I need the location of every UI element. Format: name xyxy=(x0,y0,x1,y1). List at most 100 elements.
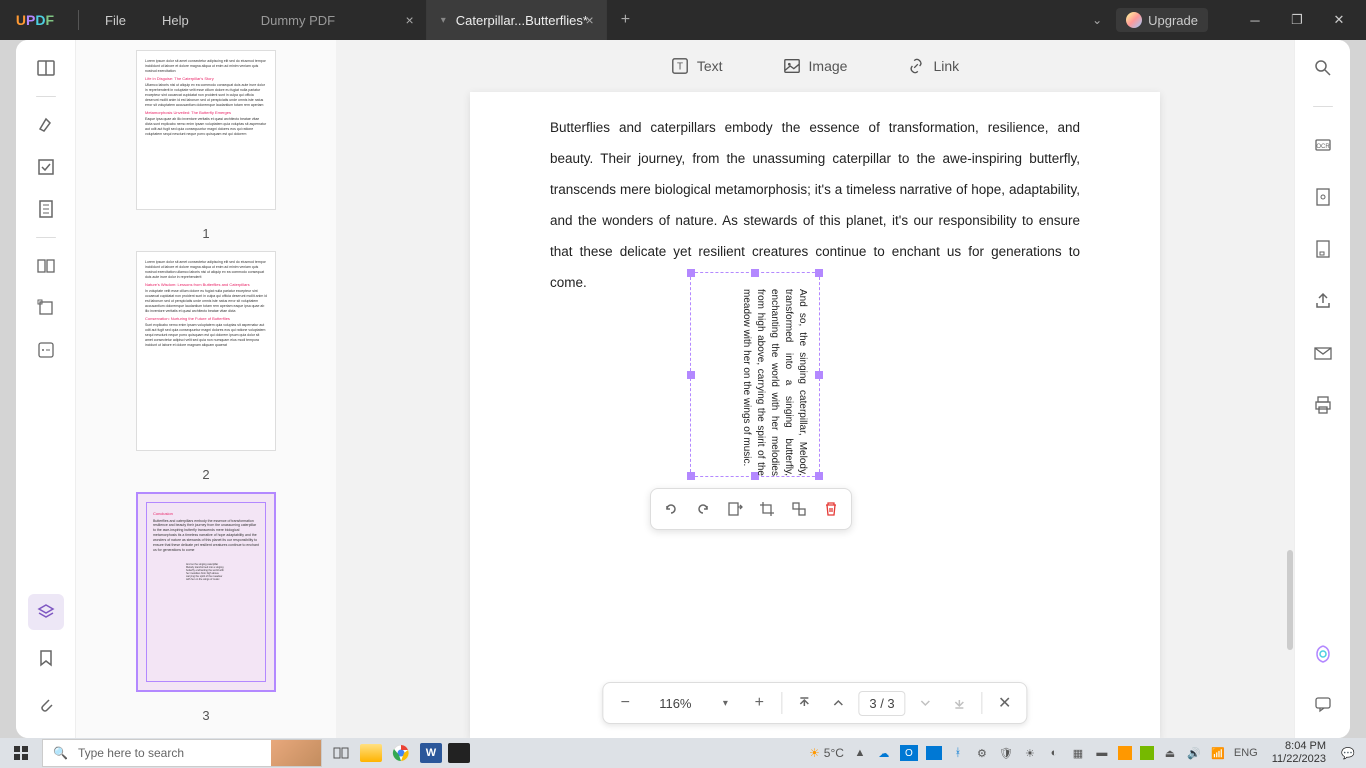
menu-file[interactable]: File xyxy=(87,13,144,28)
form-tool[interactable] xyxy=(28,332,64,368)
app-icon[interactable] xyxy=(448,743,470,763)
organize-tool[interactable] xyxy=(28,248,64,284)
task-view-icon[interactable] xyxy=(328,740,354,766)
protect-button[interactable] xyxy=(1305,179,1341,215)
close-icon[interactable]: × xyxy=(586,12,594,28)
start-button[interactable] xyxy=(0,745,42,761)
zoom-out-button[interactable]: − xyxy=(611,689,639,717)
thumbnail-page-3[interactable]: Conclusion Butterflies and caterpillars … xyxy=(136,492,276,692)
highlight-tool[interactable] xyxy=(28,107,64,143)
file-explorer-icon[interactable] xyxy=(360,744,382,762)
menu-help[interactable]: Help xyxy=(144,13,207,28)
email-button[interactable] xyxy=(1305,335,1341,371)
delete-button[interactable] xyxy=(817,495,845,523)
rotate-right-button[interactable] xyxy=(689,495,717,523)
taskbar-search[interactable]: 🔍 Type here to search xyxy=(42,739,322,767)
close-zoom-button[interactable]: ✕ xyxy=(991,689,1019,717)
replace-button[interactable] xyxy=(785,495,813,523)
tray-icon[interactable]: ⏏ xyxy=(1162,745,1178,761)
print-button[interactable] xyxy=(1305,387,1341,423)
svg-text:T: T xyxy=(677,62,683,73)
tray-icon[interactable]: 🛡 xyxy=(998,745,1014,761)
tray-icon[interactable]: ☀ xyxy=(1022,745,1038,761)
ai-button[interactable] xyxy=(1305,636,1341,672)
language-indicator[interactable]: ENG xyxy=(1234,745,1258,761)
tray-icon[interactable] xyxy=(926,746,942,760)
attachment-tool[interactable] xyxy=(28,686,64,722)
volume-icon[interactable]: 🔊 xyxy=(1186,745,1202,761)
thumbnail-label: 2 xyxy=(202,467,209,482)
crop-tool[interactable] xyxy=(28,290,64,326)
insert-link-button[interactable]: Link xyxy=(907,57,959,75)
selection-toolbar xyxy=(650,488,852,530)
maximize-button[interactable]: ❐ xyxy=(1278,5,1316,35)
onedrive-icon[interactable]: ☁ xyxy=(876,745,892,761)
chrome-icon[interactable] xyxy=(388,740,414,766)
close-button[interactable]: ✕ xyxy=(1320,5,1358,35)
clock[interactable]: 8:04 PM11/22/2023 xyxy=(1266,740,1332,766)
wifi-icon[interactable]: 📶 xyxy=(1210,745,1226,761)
nvidia-icon[interactable] xyxy=(1140,746,1154,760)
thumbnail-page-1[interactable]: Lorem ipsum dolor sit amet consectetur a… xyxy=(136,50,276,210)
new-tab-button[interactable]: + xyxy=(607,11,644,29)
zoom-in-button[interactable]: + xyxy=(745,689,773,717)
outlook-icon[interactable]: O xyxy=(900,745,918,761)
thumbnail-page-2[interactable]: Lorem ipsum dolor sit amet consectetur a… xyxy=(136,251,276,451)
tray-icon[interactable]: ◐ xyxy=(1046,745,1062,761)
chevron-down-icon[interactable]: ▾ xyxy=(441,15,446,26)
insert-text-button[interactable]: T Text xyxy=(671,57,723,75)
tab-caterpillar[interactable]: ▾ Caterpillar...Butterflies* × xyxy=(427,0,607,40)
tray-icon[interactable]: ⚙ xyxy=(974,745,990,761)
search-icon: 🔍 xyxy=(53,746,68,760)
ocr-button[interactable]: OCR xyxy=(1305,127,1341,163)
rotate-left-button[interactable] xyxy=(657,495,685,523)
search-art xyxy=(271,740,321,766)
bookmark-tool[interactable] xyxy=(28,640,64,676)
layers-tool[interactable] xyxy=(28,594,64,630)
resize-handle[interactable] xyxy=(687,472,695,480)
first-page-button[interactable] xyxy=(790,689,818,717)
word-icon[interactable]: W xyxy=(420,743,442,763)
chat-button[interactable] xyxy=(1305,686,1341,722)
chevron-down-icon[interactable]: ⌄ xyxy=(1082,13,1112,27)
upgrade-button[interactable]: Upgrade xyxy=(1116,8,1208,32)
tray-icon[interactable]: ▲ xyxy=(852,745,868,761)
weather-widget[interactable]: ☀5°C xyxy=(809,746,844,760)
selection-box[interactable]: And so, the singing caterpillar, Melody,… xyxy=(690,272,820,477)
last-page-button[interactable] xyxy=(946,689,974,717)
tray-icon[interactable] xyxy=(1118,746,1132,760)
zoom-dropdown[interactable]: ▾ xyxy=(711,689,739,717)
resize-handle[interactable] xyxy=(751,269,759,277)
resize-handle[interactable] xyxy=(687,269,695,277)
share-button[interactable] xyxy=(1305,283,1341,319)
resize-handle[interactable] xyxy=(687,371,695,379)
tray-icon[interactable]: ▦ xyxy=(1070,745,1086,761)
page-tool[interactable] xyxy=(28,191,64,227)
extract-button[interactable] xyxy=(721,495,749,523)
search-button[interactable] xyxy=(1305,50,1341,86)
zoom-percent[interactable]: 116% xyxy=(645,696,705,711)
prev-page-button[interactable] xyxy=(824,689,852,717)
resize-handle[interactable] xyxy=(815,269,823,277)
insert-image-button[interactable]: Image xyxy=(783,57,848,75)
document-canvas: T Text Image Link Butterflies and caterp… xyxy=(336,40,1294,738)
edit-tool[interactable] xyxy=(28,149,64,185)
resize-handle[interactable] xyxy=(815,371,823,379)
crop-button[interactable] xyxy=(753,495,781,523)
app-logo: UPDF xyxy=(0,12,70,28)
reader-tool[interactable] xyxy=(28,50,64,86)
compress-button[interactable] xyxy=(1305,231,1341,267)
tab-dummy-pdf[interactable]: Dummy PDF × xyxy=(247,0,427,40)
page-indicator[interactable]: 3 / 3 xyxy=(858,691,905,716)
bluetooth-icon[interactable]: ᚼ xyxy=(950,745,966,761)
left-toolbar xyxy=(16,40,76,738)
rotated-text-block[interactable]: And so, the singing caterpillar, Melody,… xyxy=(699,289,809,476)
resize-handle[interactable] xyxy=(815,472,823,480)
page-view[interactable]: Butterflies and caterpillars embody the … xyxy=(470,92,1160,738)
close-icon[interactable]: × xyxy=(406,12,414,28)
next-page-button[interactable] xyxy=(912,689,940,717)
minimize-button[interactable]: ─ xyxy=(1236,5,1274,35)
scrollbar-thumb[interactable] xyxy=(1287,550,1293,650)
tray-icon[interactable]: ▬ xyxy=(1094,745,1110,761)
notifications-icon[interactable]: 💬 xyxy=(1340,745,1356,761)
